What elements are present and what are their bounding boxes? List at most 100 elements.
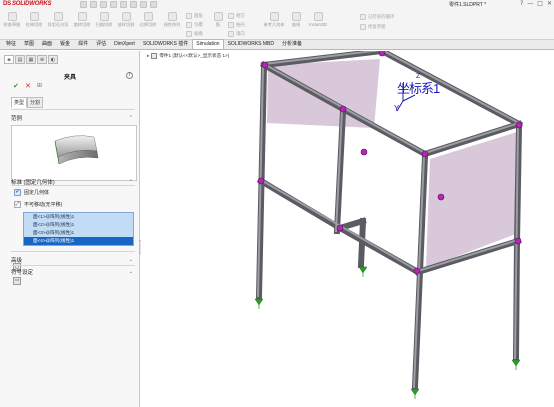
selected-faces-list[interactable]: 面<1>@阵列(线性)1 面<2>@阵列(线性)1 面<3>@阵列(线性)1 面…: [23, 212, 134, 246]
cancel-button[interactable]: ✕: [25, 82, 31, 90]
toolbar-small-label: 拔模: [194, 31, 203, 36]
select-icon[interactable]: [130, 1, 137, 8]
fixture-type-header[interactable]: 标准 (固定几何体) ⌃: [11, 177, 135, 186]
tab-split[interactable]: 分割: [27, 97, 44, 108]
axis-y-label: Y: [394, 104, 400, 113]
toolbar-small-label: 圆角: [194, 13, 203, 18]
print-icon[interactable]: [110, 1, 117, 8]
toolbar-button[interactable]: 边界切除: [138, 12, 158, 27]
list-item-selected[interactable]: 面<4>@阵列(线性)1: [24, 237, 133, 245]
option-label: 不可移动(无平移): [24, 201, 63, 208]
repair-sketch-icon: [360, 24, 366, 30]
maximize-button[interactable]: □: [537, 0, 543, 7]
toolbar-button-label: 筋: [215, 22, 221, 27]
fixture-markers: [254, 266, 521, 396]
toolbar-button-label: Instant3D: [309, 22, 327, 27]
toolbar-button-label: 放样切割: [117, 22, 135, 27]
open-icon[interactable]: [90, 1, 97, 8]
toolbar-small-button[interactable]: 相交: [228, 13, 245, 19]
wrap-icon: [186, 22, 192, 28]
toolbar-small-button[interactable]: 拔模: [186, 31, 203, 37]
tab-surfaces[interactable]: 曲面: [38, 38, 56, 49]
toolbar-button[interactable]: 参考几何体: [262, 12, 286, 27]
fixture-subtabs: 类型 分割: [11, 97, 44, 108]
graphics-area[interactable]: ▸ 零件1 (默认<<默认>_显示状态 1>) 坐标系1 Z Y: [141, 51, 554, 407]
toolbar-button-label: 边界切除: [139, 22, 157, 27]
frame-model[interactable]: [141, 51, 554, 407]
tab-addins[interactable]: SOLIDWORKS 插件: [139, 38, 192, 49]
tab-mbd[interactable]: SOLIDWORKS MBD: [224, 39, 278, 49]
immovable-icon: ⤢: [14, 200, 21, 208]
toolbar-small-label: 已检查的循环: [368, 14, 395, 19]
toolbar-button[interactable]: 异型孔向导: [46, 12, 70, 27]
hole-wizard-icon: [53, 12, 63, 21]
chevron-down-icon: ⌄: [128, 256, 133, 263]
list-item[interactable]: 面<3>@阵列(线性)1: [24, 229, 133, 237]
toolbar-small-button[interactable]: 圆角: [186, 13, 203, 19]
config-manager-tab[interactable]: ▦: [26, 55, 36, 64]
immovable-option[interactable]: ⤢ 不可移动(无平移): [14, 200, 62, 208]
dimxpert-icon: ⊕: [39, 56, 45, 63]
tab-weldments[interactable]: 焊件: [74, 38, 92, 49]
toolbar-button[interactable]: 放样切割: [116, 12, 136, 27]
toolbar-button[interactable]: 曲线: [288, 12, 304, 27]
advanced-section-header[interactable]: 高级 ⌄: [11, 255, 135, 264]
tab-sheet-metal[interactable]: 钣金: [56, 38, 74, 49]
tab-type[interactable]: 类型: [11, 97, 28, 108]
check-loop-icon: [360, 14, 366, 20]
dimxpert-tab[interactable]: ⊕: [37, 55, 47, 64]
extrude-cut-icon: [29, 12, 39, 21]
example-section-header[interactable]: 范例 ⌃: [11, 113, 135, 122]
new-icon[interactable]: [80, 1, 87, 8]
feature-manager-tab[interactable]: ◈: [4, 55, 14, 64]
toolbar-button[interactable]: 筋: [210, 12, 226, 27]
toolbar-button[interactable]: 线性阵列: [162, 12, 182, 27]
fixed-geometry-icon: ✔: [14, 188, 21, 196]
toolbar-small-label: 相交: [236, 13, 245, 18]
fixed-geometry-option[interactable]: ✔ 固定几何体: [14, 188, 49, 196]
fixture-example-image: [54, 135, 99, 165]
toolbar-small-button[interactable]: 已检查的循环: [360, 14, 394, 20]
toolbar-small-button[interactable]: 包覆: [186, 22, 203, 28]
chevron-up-icon: ⌃: [128, 114, 133, 121]
pin-icon[interactable]: ⊞: [37, 82, 42, 89]
minimize-button[interactable]: —: [527, 0, 533, 7]
tab-evaluate[interactable]: 评估: [92, 38, 110, 49]
revolve-cut-icon: [77, 12, 87, 21]
tab-sketch[interactable]: 草图: [20, 38, 38, 49]
toolbar-button-label: 曲线: [291, 22, 301, 27]
symbol-settings-header[interactable]: 符号设定 ⌄: [11, 267, 135, 276]
tab-dimxpert[interactable]: DimXpert: [110, 39, 139, 49]
help-icon[interactable]: ?: [126, 72, 133, 79]
help-icon[interactable]: ?: [520, 0, 523, 7]
property-manager-tab[interactable]: ▤: [15, 55, 25, 64]
manager-tabs: ◈ ▤ ▦ ⊕ ◐: [4, 55, 58, 64]
example-preview: [11, 125, 137, 181]
feature-tree-icon: ◈: [7, 56, 11, 63]
tab-simulation[interactable]: Simulation: [192, 39, 224, 49]
toolbar-button[interactable]: 检查草图: [2, 12, 22, 27]
tab-features[interactable]: 特征: [2, 38, 20, 49]
toolbar-button[interactable]: 拉伸切除: [24, 12, 44, 27]
save-icon[interactable]: [100, 1, 107, 8]
toolbar-button[interactable]: 扫描切除: [94, 12, 114, 27]
toolbar-small-button[interactable]: 镜向: [228, 31, 245, 37]
list-item[interactable]: 面<1>@阵列(线性)1: [24, 213, 133, 221]
undo-icon[interactable]: [120, 1, 127, 8]
coordinate-system-label: 坐标系1: [397, 81, 440, 96]
toolbar-small-button[interactable]: 修复草图: [360, 24, 386, 30]
toolbar-button[interactable]: 旋转切除: [72, 12, 92, 27]
options-icon[interactable]: [150, 1, 157, 8]
face-list-options-icon[interactable]: ▭: [13, 277, 21, 285]
display-manager-tab[interactable]: ◐: [48, 55, 58, 64]
list-item[interactable]: 面<2>@阵列(线性)1: [24, 221, 133, 229]
close-button[interactable]: ✕: [547, 0, 552, 7]
toolbar-button-label: 检查草图: [3, 22, 21, 27]
solidworks-logo[interactable]: DSSOLIDWORKS: [3, 1, 51, 7]
ok-button[interactable]: ✔: [13, 82, 19, 90]
rebuild-icon[interactable]: [140, 1, 147, 8]
reference-geometry-icon: [269, 12, 279, 21]
toolbar-small-button[interactable]: 抽壳: [228, 22, 245, 28]
toolbar-button[interactable]: Instant3D: [306, 12, 330, 27]
tab-analysis-prep[interactable]: 分析准备: [278, 38, 306, 49]
